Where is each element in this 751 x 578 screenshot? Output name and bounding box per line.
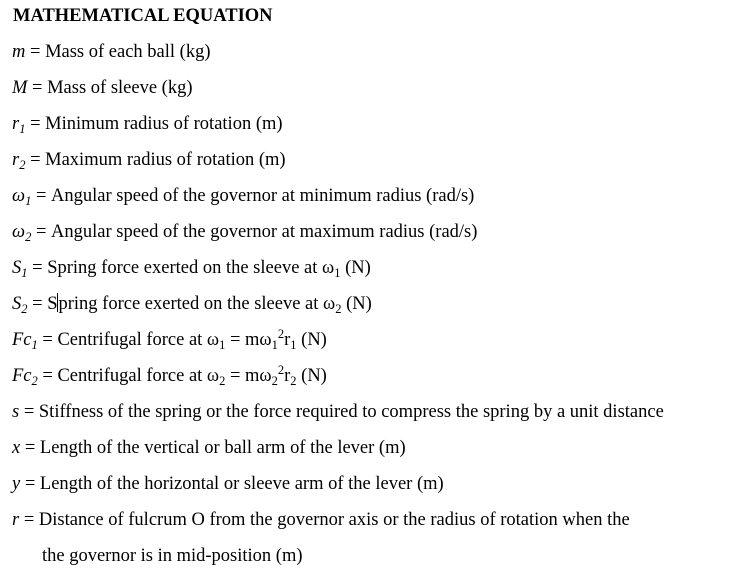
symbol-subscript: 1 xyxy=(21,266,28,280)
equals: = xyxy=(25,150,46,170)
definition-text: Distance of fulcrum O from the governor … xyxy=(38,510,630,530)
definition-max-radius: r2 = Maximum radius of rotation (m) xyxy=(12,148,286,172)
symbol-subscript: 2 xyxy=(21,302,28,316)
definition-fulcrum-distance: r = Distance of fulcrum O from the gover… xyxy=(12,508,630,532)
symbol-subscript: 1 xyxy=(19,122,26,136)
symbol: S xyxy=(12,258,22,278)
equals: = xyxy=(27,78,48,98)
symbol: ω xyxy=(12,186,26,206)
equals: = xyxy=(19,402,39,422)
formula-mid: = mω xyxy=(225,330,272,350)
omega-subscript: 2 xyxy=(335,302,342,316)
unit: (N) xyxy=(341,294,372,314)
definition-text: Maximum radius of rotation (m) xyxy=(45,150,286,170)
unit: (N) xyxy=(296,330,327,350)
document-title: MATHEMATICAL EQUATION xyxy=(13,6,273,26)
omega-subscript: 2 xyxy=(219,374,226,388)
definition-centrifugal-force-1: Fc1 = Centrifugal force at ω1 = mω12r1 (… xyxy=(12,328,327,352)
definition-text: Mass of sleeve (kg) xyxy=(47,78,193,98)
formula-mid: = mω xyxy=(225,366,272,386)
unit: (N) xyxy=(340,258,371,278)
symbol-subscript: 2 xyxy=(31,374,38,388)
formula-omega-subscript: 2 xyxy=(271,374,278,388)
symbol-subscript: 2 xyxy=(19,158,26,172)
equals: = xyxy=(31,186,51,206)
symbol: y xyxy=(12,474,21,494)
definition-mass-sleeve: M = Mass of sleeve (kg) xyxy=(12,76,193,100)
definition-text: Centrifugal force at ω xyxy=(57,366,220,386)
definition-text: Spring force exerted on the sleeve at ω xyxy=(47,258,335,278)
definition-stiffness: s = Stiffness of the spring or the force… xyxy=(12,400,664,424)
definition-angular-speed-max: ω2 = Angular speed of the governor at ma… xyxy=(12,220,477,244)
definition-text: Angular speed of the governor at minimum… xyxy=(51,186,475,206)
equals: = xyxy=(25,114,46,134)
symbol: m xyxy=(12,42,26,62)
definition-spring-force-1: S1 = Spring force exerted on the sleeve … xyxy=(12,256,371,280)
definition-text: Length of the vertical or ball arm of th… xyxy=(39,438,406,458)
symbol: M xyxy=(12,78,28,98)
formula-omega-subscript: 1 xyxy=(271,338,278,352)
definition-mass-ball: m = Mass of each ball (kg) xyxy=(12,40,210,64)
symbol: S xyxy=(12,294,22,314)
definition-centrifugal-force-2: Fc2 = Centrifugal force at ω2 = mω22r2 (… xyxy=(12,364,327,388)
formula-radius-subscript: 1 xyxy=(290,338,297,352)
symbol: Fc xyxy=(12,330,32,350)
definition-sleeve-arm: y = Length of the horizontal or sleeve a… xyxy=(12,472,444,496)
symbol-subscript: 2 xyxy=(25,230,32,244)
equals: = xyxy=(31,222,51,242)
definition-text: the governor is in mid-position (m) xyxy=(42,546,303,566)
definition-spring-force-2: S2 = Spring force exerted on the sleeve … xyxy=(12,292,372,316)
definition-text: Mass of each ball (kg) xyxy=(45,42,211,62)
document-page: MATHEMATICAL EQUATION m = Mass of each b… xyxy=(0,0,751,578)
equals: = xyxy=(37,366,58,386)
formula-exponent: 2 xyxy=(277,327,285,341)
equals: = xyxy=(27,294,48,314)
equals: = xyxy=(27,258,48,278)
unit: (N) xyxy=(296,366,327,386)
definition-min-radius: r1 = Minimum radius of rotation (m) xyxy=(12,112,283,136)
omega-subscript: 1 xyxy=(334,266,341,280)
definition-text: Minimum radius of rotation (m) xyxy=(45,114,283,134)
symbol: ω xyxy=(12,222,26,242)
omega-subscript: 1 xyxy=(219,338,226,352)
equals: = xyxy=(20,474,40,494)
equals: = xyxy=(37,330,58,350)
definition-text: Length of the horizontal or sleeve arm o… xyxy=(39,474,444,494)
definition-fulcrum-distance-continued: the governor is in mid-position (m) xyxy=(42,544,303,568)
definition-text: pring force exerted on the sleeve at ω xyxy=(58,294,336,314)
equals: = xyxy=(19,510,39,530)
definition-text: Centrifugal force at ω xyxy=(57,330,220,350)
equals: = xyxy=(20,438,40,458)
definition-ball-arm: x = Length of the vertical or ball arm o… xyxy=(12,436,406,460)
definition-text-start: S xyxy=(47,294,58,314)
equals: = xyxy=(25,42,46,62)
symbol: Fc xyxy=(12,366,32,386)
definition-angular-speed-min: ω1 = Angular speed of the governor at mi… xyxy=(12,184,474,208)
symbol-subscript: 1 xyxy=(25,194,32,208)
definition-text: Angular speed of the governor at maximum… xyxy=(51,222,478,242)
symbol-subscript: 1 xyxy=(31,338,38,352)
formula-exponent: 2 xyxy=(277,363,285,377)
definition-text: Stiffness of the spring or the force req… xyxy=(38,402,664,422)
formula-radius-subscript: 2 xyxy=(290,374,297,388)
symbol: x xyxy=(12,438,21,458)
